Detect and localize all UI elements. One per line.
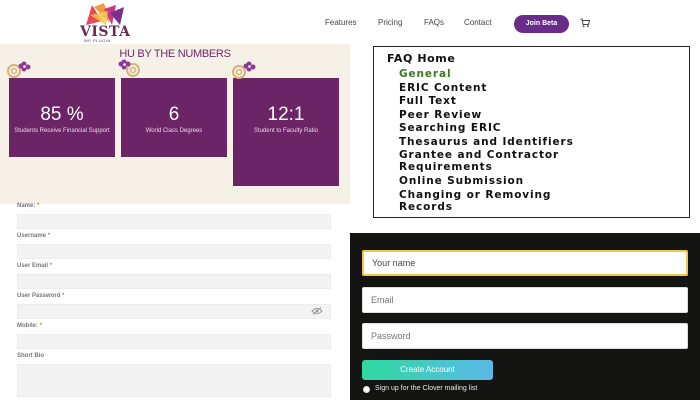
stat-value: 85 % <box>40 104 84 125</box>
nav-pricing[interactable]: Pricing <box>378 18 402 27</box>
mailing-list-label: Sign up for the Clover mailing list <box>375 385 478 392</box>
username-label: Username * <box>17 233 51 239</box>
faq-item-grantee-cont[interactable]: Requirements <box>399 161 493 173</box>
mailing-list-checkbox[interactable] <box>363 386 370 393</box>
faq-item-grantee[interactable]: Grantee and Contractor <box>399 149 559 161</box>
mobile-label: Mobile: * <box>17 323 43 329</box>
stat-card-ratio: 12:1 Student to Faculty Ratio <box>233 78 339 186</box>
stat-value: 6 <box>168 104 180 125</box>
stat-card-financial: 85 % Students Receive Financial Support <box>9 78 115 157</box>
faq-item-full-text[interactable]: Full Text <box>399 95 457 107</box>
stat-value: 12:1 <box>267 104 305 125</box>
stats-title: HU BY THE NUMBERS <box>119 48 231 60</box>
logo-subtext: WP PLUGIN <box>84 38 111 43</box>
site-header: VISTA WP PLUGIN Features Pricing FAQs Co… <box>0 0 700 44</box>
user-email-label: User Email * <box>17 263 53 269</box>
faq-item-eric-content[interactable]: ERIC Content <box>399 82 487 94</box>
faq-item-searching-eric[interactable]: Searching ERIC <box>399 122 501 134</box>
eye-slash-icon[interactable] <box>311 307 323 315</box>
create-account-button[interactable]: Create Account <box>362 360 493 380</box>
faq-item-changing[interactable]: Changing or Removing <box>399 189 551 201</box>
nav-faqs[interactable]: FAQs <box>424 18 444 27</box>
stat-label: World Class Degrees <box>145 128 203 134</box>
vista-logo[interactable]: VISTA WP PLUGIN <box>78 3 130 43</box>
stat-card-degrees: 6 World Class Degrees <box>121 78 227 157</box>
stat-label: Students Receive Financial Support <box>14 128 110 134</box>
nav-features[interactable]: Features <box>325 18 357 27</box>
faq-item-peer-review[interactable]: Peer Review <box>399 109 482 121</box>
flower-icon <box>118 59 140 77</box>
flower-icon <box>232 61 256 79</box>
faq-menu: FAQ Home General ERIC Content Full Text … <box>373 46 690 218</box>
name-input[interactable] <box>17 214 331 229</box>
user-password-input[interactable] <box>17 304 331 319</box>
join-beta-button[interactable]: Join Beta <box>514 15 569 33</box>
faq-item-general[interactable]: General <box>399 68 452 80</box>
user-password-label: User Password * <box>17 293 65 299</box>
faq-item-thesaurus[interactable]: Thesaurus and Identifiers <box>399 136 574 148</box>
username-input[interactable] <box>17 244 331 259</box>
password-input[interactable] <box>362 323 688 349</box>
faq-title[interactable]: FAQ Home <box>387 52 455 65</box>
name-label: Name: * <box>17 203 40 209</box>
short-bio-textarea[interactable] <box>17 364 331 397</box>
short-bio-label: Short Bio <box>17 353 44 359</box>
nav-contact[interactable]: Contact <box>464 18 492 27</box>
stat-label: Student to Faculty Ratio <box>253 128 319 134</box>
flower-icon <box>7 61 31 78</box>
user-email-input[interactable] <box>17 274 331 289</box>
stats-section: HU BY THE NUMBERS 85 % Students Receive … <box>0 44 350 204</box>
email-input[interactable] <box>362 287 688 313</box>
your-name-input[interactable] <box>362 250 688 276</box>
faq-item-changing-cont[interactable]: Records <box>399 201 453 213</box>
cart-icon[interactable] <box>580 18 590 28</box>
faq-item-online-submission[interactable]: Online Submission <box>399 175 524 187</box>
mobile-input[interactable] <box>17 334 331 349</box>
